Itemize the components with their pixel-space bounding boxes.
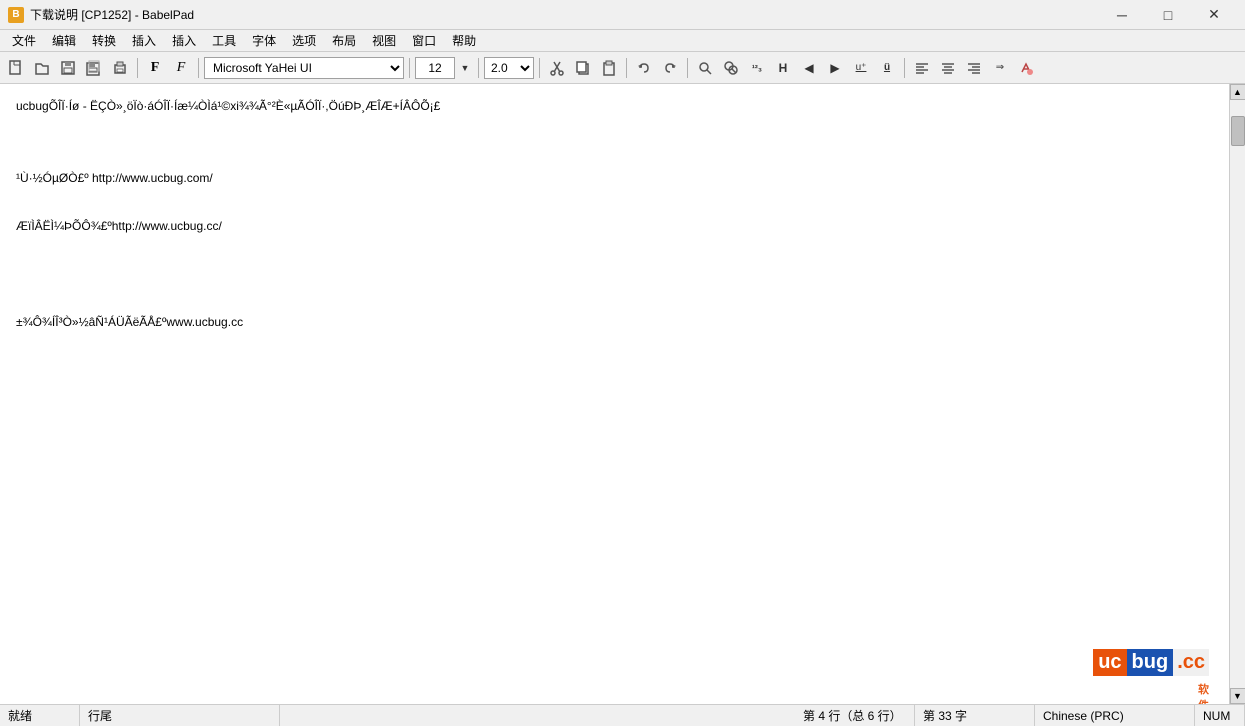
watermark-logo: uc bug .cc [1093, 649, 1209, 676]
title-text: 下载说明 [CP1252] - BabelPad [30, 6, 194, 23]
font-size-input[interactable] [415, 57, 455, 79]
logo-bug: bug [1127, 649, 1174, 676]
open-button[interactable] [30, 56, 54, 80]
redo-icon [662, 60, 678, 76]
line-height-selector[interactable]: 2.0 [484, 57, 534, 79]
find2-button[interactable] [719, 56, 743, 80]
main-area: ucbugÕÎÏ·Íø - ËÇÒ»¸öÏò·áÓÎÏ·Íæ¼ÒÌá¹©xi¾¾… [0, 84, 1245, 704]
cut-button[interactable] [545, 56, 569, 80]
paste-button[interactable] [597, 56, 621, 80]
print-icon [112, 60, 128, 76]
editor-content: ucbugÕÎÏ·Íø - ËÇÒ»¸öÏò·áÓÎÏ·Íæ¼ÒÌá¹©xi¾¾… [16, 94, 1213, 494]
new-icon [8, 60, 24, 76]
clear-format-button[interactable] [1014, 56, 1038, 80]
app-icon: B [8, 7, 24, 23]
separator-7 [687, 58, 688, 78]
copy-button[interactable] [571, 56, 595, 80]
logo-uc: uc [1093, 649, 1126, 676]
paste-icon [601, 60, 617, 76]
menu-insert2[interactable]: 插入 [164, 30, 204, 51]
watermark-text: 软件下载站 [1198, 681, 1209, 704]
minimize-button[interactable]: ─ [1099, 0, 1145, 30]
italic-button[interactable]: F [169, 56, 193, 80]
title-bar: B 下载说明 [CP1252] - BabelPad ─ □ ✕ [0, 0, 1245, 30]
menu-bar: 文件 编辑 转换 插入 插入 工具 字体 选项 布局 视图 窗口 帮助 [0, 30, 1245, 52]
align-left-button[interactable] [910, 56, 934, 80]
align-right-icon [966, 60, 982, 76]
scroll-up[interactable]: ▲ [1230, 84, 1245, 100]
separator-6 [626, 58, 627, 78]
undo-button[interactable] [632, 56, 656, 80]
save-all-icon [86, 60, 102, 76]
toolbar: F F Microsoft YaHei UI ▼ 2.0 ¹²₃ H ◀ ▶ u… [0, 52, 1245, 84]
menu-convert[interactable]: 转换 [84, 30, 124, 51]
align-center-button[interactable] [936, 56, 960, 80]
menu-edit[interactable]: 编辑 [44, 30, 84, 51]
prev-button[interactable]: ◀ [797, 56, 821, 80]
separator-4 [478, 58, 479, 78]
unicode-button[interactable]: ¹²₃ [745, 56, 769, 80]
find2-icon [723, 60, 739, 76]
close-button[interactable]: ✕ [1191, 0, 1237, 30]
find-icon [697, 60, 713, 76]
line-button[interactable]: H [771, 56, 795, 80]
status-position: 第 4 行（总 6 行） [795, 705, 915, 726]
menu-font[interactable]: 字体 [244, 30, 284, 51]
maximize-button[interactable]: □ [1145, 0, 1191, 30]
status-lineend: 行尾 [80, 705, 280, 726]
status-bar: 就绪 行尾 第 4 行（总 6 行） 第 33 字 Chinese (PRC) … [0, 704, 1245, 726]
bold-button[interactable]: F [143, 56, 167, 80]
umark2-button[interactable]: ü [875, 56, 899, 80]
separator-3 [409, 58, 410, 78]
window-controls: ─ □ ✕ [1099, 0, 1237, 30]
align-left-icon [914, 60, 930, 76]
status-ready: 就绪 [0, 705, 80, 726]
scrollbar[interactable]: ▲ ▼ [1229, 84, 1245, 704]
find-button[interactable] [693, 56, 717, 80]
align-right-button[interactable] [962, 56, 986, 80]
font-size-dropdown[interactable]: ▼ [457, 56, 473, 80]
undo-icon [636, 60, 652, 76]
menu-tools[interactable]: 工具 [204, 30, 244, 51]
status-encoding: Chinese (PRC) [1035, 705, 1195, 726]
menu-options[interactable]: 选项 [284, 30, 324, 51]
separator-5 [539, 58, 540, 78]
cut-icon [549, 60, 565, 76]
rtl-button[interactable]: ⇒ [988, 56, 1012, 80]
copy-icon [575, 60, 591, 76]
menu-help[interactable]: 帮助 [444, 30, 484, 51]
status-numlock: NUM [1195, 705, 1245, 726]
separator-8 [904, 58, 905, 78]
menu-window[interactable]: 窗口 [404, 30, 444, 51]
new-button[interactable] [4, 56, 28, 80]
menu-layout[interactable]: 布局 [324, 30, 364, 51]
redo-button[interactable] [658, 56, 682, 80]
separator-1 [137, 58, 138, 78]
scroll-thumb[interactable] [1231, 116, 1245, 146]
font-selector[interactable]: Microsoft YaHei UI [204, 57, 404, 79]
scroll-down[interactable]: ▼ [1230, 688, 1245, 704]
title-bar-left: B 下载说明 [CP1252] - BabelPad [8, 6, 194, 23]
next-button[interactable]: ▶ [823, 56, 847, 80]
open-icon [34, 60, 50, 76]
menu-insert1[interactable]: 插入 [124, 30, 164, 51]
save-button[interactable] [56, 56, 80, 80]
separator-2 [198, 58, 199, 78]
status-chars: 第 33 字 [915, 705, 1035, 726]
logo-cc: .cc [1173, 649, 1209, 676]
editor-area[interactable]: ucbugÕÎÏ·Íø - ËÇÒ»¸öÏò·áÓÎÏ·Íæ¼ÒÌá¹©xi¾¾… [0, 84, 1229, 704]
print-button[interactable] [108, 56, 132, 80]
save-icon [60, 60, 76, 76]
align-center-icon [940, 60, 956, 76]
menu-view[interactable]: 视图 [364, 30, 404, 51]
clear-format-icon [1018, 60, 1034, 76]
umark-button[interactable]: u⁺ [849, 56, 873, 80]
menu-file[interactable]: 文件 [4, 30, 44, 51]
save-all-button[interactable] [82, 56, 106, 80]
